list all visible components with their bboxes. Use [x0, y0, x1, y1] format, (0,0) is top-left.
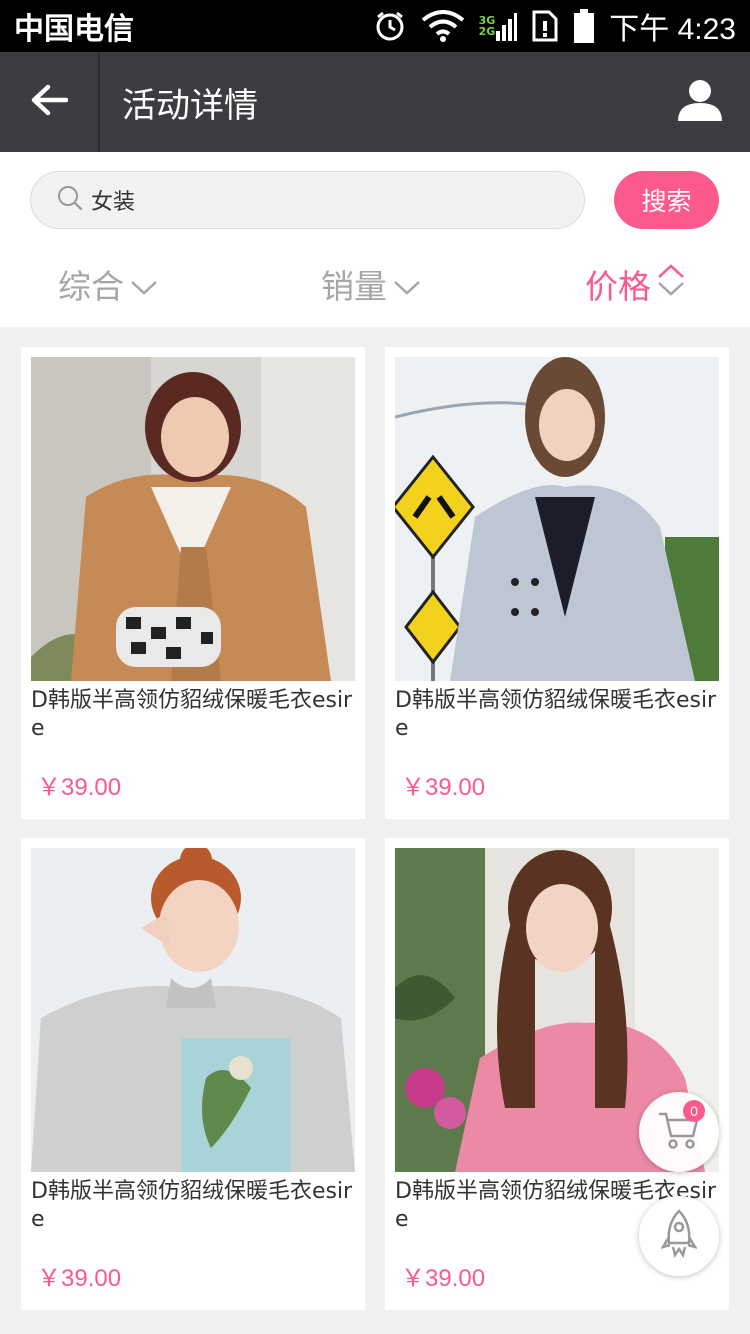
user-icon — [677, 79, 723, 125]
search-box[interactable] — [30, 171, 585, 229]
sim-icon — [531, 9, 559, 43]
back-to-top-button[interactable] — [639, 1196, 719, 1276]
sort-comprehensive[interactable]: 综合 — [58, 260, 158, 308]
product-title[interactable]: D韩版半高领仿貂绒保暖毛衣esire — [395, 687, 719, 743]
page-title: 活动详情 — [122, 85, 258, 126]
status-time: 下午 4:23 — [609, 13, 736, 46]
sort-label: 价格 — [585, 267, 651, 306]
product-card[interactable]: D韩版半高领仿貂绒保暖毛衣esire ￥39.00 — [21, 347, 365, 819]
sort-updown-icon — [651, 263, 685, 305]
rocket-icon — [660, 1209, 698, 1263]
cart-button[interactable]: 0 — [639, 1092, 719, 1172]
app-header: 活动详情 — [0, 52, 750, 152]
search-button[interactable]: 搜索 — [614, 171, 719, 229]
product-price: ￥39.00 — [37, 774, 122, 801]
signal-icon: 3G 2G — [479, 11, 518, 41]
product-price: ￥39.00 — [401, 1265, 486, 1292]
product-title[interactable]: D韩版半高领仿貂绒保暖毛衣esire — [31, 687, 355, 743]
sort-label: 销量 — [321, 267, 387, 306]
search-input[interactable] — [91, 187, 531, 213]
search-icon — [57, 185, 83, 215]
product-image[interactable] — [395, 357, 719, 681]
sort-bar: 综合 销量 价格 — [0, 252, 750, 322]
product-card[interactable]: D韩版半高领仿貂绒保暖毛衣esire ￥39.00 — [21, 838, 365, 1310]
chevron-down-icon — [387, 265, 421, 304]
back-button[interactable] — [0, 52, 100, 152]
alarm-icon — [373, 9, 407, 43]
product-image[interactable] — [31, 357, 355, 681]
back-arrow-icon — [30, 83, 69, 121]
cart-count-badge: 0 — [683, 1100, 705, 1122]
user-button[interactable] — [650, 52, 750, 152]
product-price: ￥39.00 — [401, 774, 486, 801]
product-image[interactable] — [31, 848, 355, 1172]
chevron-down-icon — [124, 265, 158, 304]
search-area: 搜索 综合 销量 价格 — [0, 152, 750, 327]
carrier-name: 中国电信 — [14, 12, 134, 47]
wifi-icon — [421, 10, 465, 42]
sort-label: 综合 — [58, 267, 124, 306]
sort-sales[interactable]: 销量 — [321, 260, 421, 308]
sort-price[interactable]: 价格 — [585, 260, 685, 308]
status-bar: 中国电信 3G 2G 下午 4:23 — [0, 0, 750, 52]
product-card[interactable]: D韩版半高领仿貂绒保暖毛衣esire ￥39.00 — [385, 347, 729, 819]
network-2g-label: 2G — [478, 25, 496, 38]
product-title[interactable]: D韩版半高领仿貂绒保暖毛衣esire — [31, 1178, 355, 1234]
battery-icon — [573, 9, 595, 43]
product-price: ￥39.00 — [37, 1265, 122, 1292]
